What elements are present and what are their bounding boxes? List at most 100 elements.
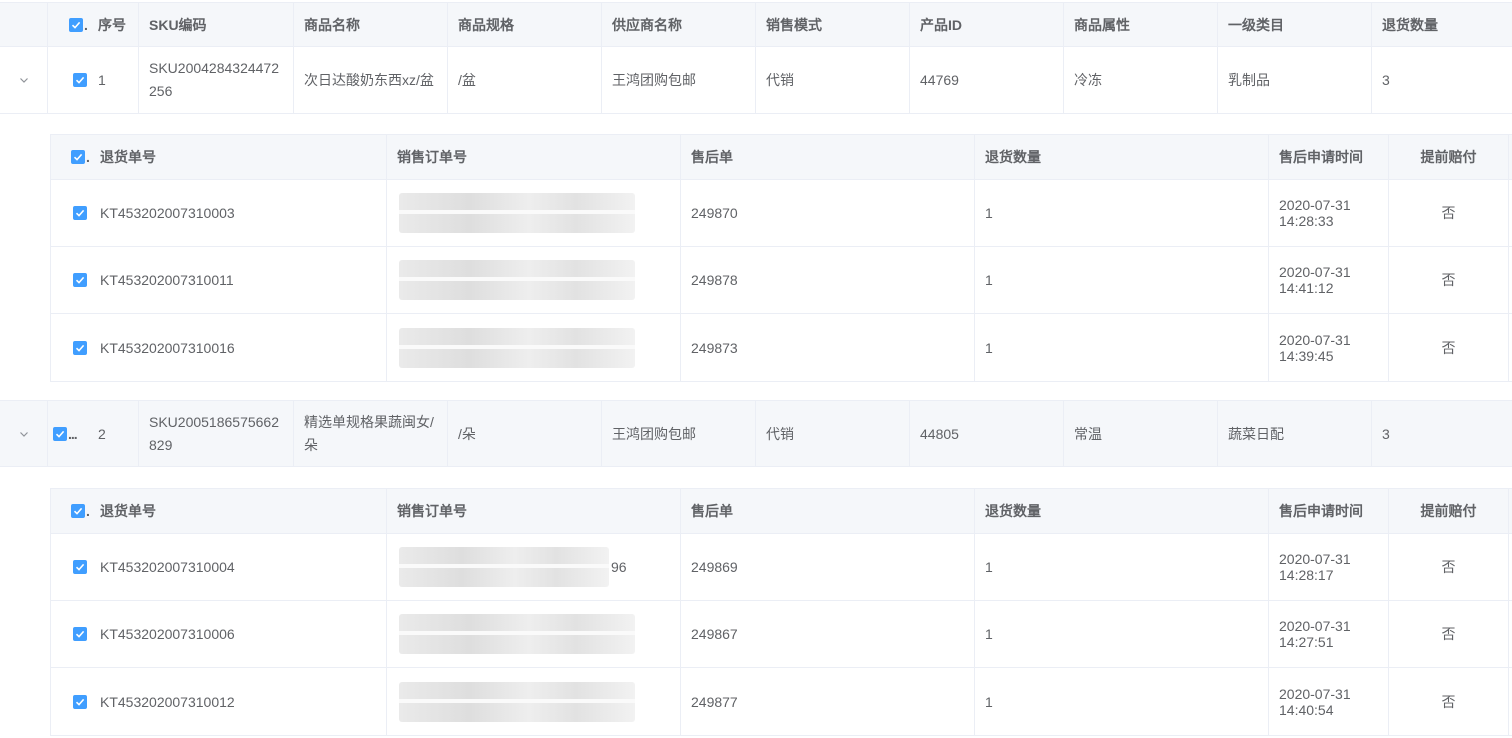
apply-time-value: 2020-07-31 14:28:17 bbox=[1279, 551, 1351, 583]
return-select-cell[interactable] bbox=[51, 180, 90, 246]
return-row[interactable]: KT453202007310004 96 249869 1 2020-07-31… bbox=[51, 534, 1512, 601]
col-attr[interactable]: 商品属性 bbox=[1063, 3, 1217, 46]
return-row[interactable]: KT453202007310016 249873 1 2020-07-31 14… bbox=[51, 314, 1512, 381]
col-sku[interactable]: SKU编码 bbox=[138, 3, 293, 46]
advance-pay-value: 否 bbox=[1388, 180, 1508, 246]
apply-time-cell: 2020-07-31 14:39:45 bbox=[1268, 314, 1388, 381]
inner-select-all-cell[interactable]: . bbox=[51, 489, 90, 533]
return-checkbox[interactable] bbox=[73, 340, 87, 355]
chevron-down-icon[interactable] bbox=[18, 428, 30, 440]
inner-table-header: . 退货单号 销售订单号 售后单 退货数量 售后申请时间 提前赔付 bbox=[51, 135, 1512, 180]
return-qty-value: 1 bbox=[974, 534, 1268, 600]
col-category[interactable]: 一级类目 bbox=[1217, 3, 1371, 46]
return-select-cell[interactable] bbox=[51, 601, 90, 667]
return-checkbox[interactable] bbox=[73, 694, 87, 709]
inner-select-all-cell[interactable]: . bbox=[51, 135, 90, 179]
return-detail-table: . 退货单号 销售订单号 售后单 退货数量 售后申请时间 提前赔付 KT4532… bbox=[50, 134, 1512, 382]
col-return-no[interactable]: 退货单号 bbox=[90, 489, 386, 533]
order-no-cell bbox=[386, 668, 680, 735]
order-no-tail: 96 bbox=[611, 559, 627, 575]
col-order-no[interactable]: 销售订单号 bbox=[386, 135, 680, 179]
return-row[interactable]: KT453202007310011 249878 1 2020-07-31 14… bbox=[51, 247, 1512, 314]
return-select-cell[interactable] bbox=[51, 314, 90, 381]
apply-time-cell: 2020-07-31 14:40:54 bbox=[1268, 668, 1388, 735]
return-select-cell[interactable] bbox=[51, 534, 90, 600]
sku-cell: SKU2005186575662829 bbox=[138, 401, 293, 466]
apply-time-cell: 2020-07-31 14:28:17 bbox=[1268, 534, 1388, 600]
return-select-cell[interactable] bbox=[51, 668, 90, 735]
category-value: 蔬菜日配 bbox=[1217, 401, 1371, 466]
return-checkbox[interactable] bbox=[73, 560, 87, 574]
sku-value: SKU2005186575662829 bbox=[149, 413, 280, 453]
supplier-value: 王鸿团购包邮 bbox=[601, 401, 755, 466]
col-mode[interactable]: 销售模式 bbox=[755, 3, 909, 46]
return-row[interactable]: KT453202007310012 249877 1 2020-07-31 14… bbox=[51, 668, 1512, 735]
extra-cell bbox=[1508, 601, 1512, 667]
col-advance-pay[interactable]: 提前赔付 bbox=[1388, 489, 1508, 533]
order-no-cell bbox=[386, 180, 680, 246]
apply-time-cell: 2020-07-31 14:27:51 bbox=[1268, 601, 1388, 667]
order-no-cell bbox=[386, 314, 680, 381]
row-select-cell[interactable]: ... bbox=[47, 401, 88, 466]
col-return-qty[interactable]: 退货数量 bbox=[974, 135, 1268, 179]
sku-cell: SKU2004284324472256 bbox=[138, 47, 293, 113]
col-pid[interactable]: 产品ID bbox=[909, 3, 1063, 46]
return-no-value: KT453202007310004 bbox=[100, 559, 235, 575]
select-all-cell[interactable]: . bbox=[47, 3, 88, 46]
outer-table-header: . 序号 SKU编码 商品名称 商品规格 供应商名称 销售模式 产品ID 商品属… bbox=[0, 2, 1512, 47]
redacted-order-number bbox=[399, 681, 635, 722]
return-select-cell[interactable] bbox=[51, 247, 90, 313]
qty-value: 3 bbox=[1371, 401, 1512, 466]
col-qty[interactable]: 退货数量 bbox=[1371, 3, 1512, 46]
expand-toggle[interactable] bbox=[0, 401, 47, 466]
ellipsis-icon: . bbox=[84, 16, 88, 33]
chevron-down-icon[interactable] bbox=[18, 74, 30, 86]
after-sale-value: 249867 bbox=[680, 601, 974, 667]
col-apply-time[interactable]: 售后申请时间 bbox=[1268, 489, 1388, 533]
product-row[interactable]: 1 SKU2004284324472256 次日达酸奶东西xz/盆 /盆 王鸿团… bbox=[0, 47, 1512, 114]
sku-value: SKU2004284324472256 bbox=[149, 60, 280, 99]
col-index[interactable]: 序号 bbox=[88, 3, 138, 46]
row-checkbox[interactable] bbox=[73, 73, 87, 87]
return-checkbox[interactable] bbox=[73, 206, 87, 220]
index-value: 2 bbox=[98, 425, 106, 442]
apply-time-value: 2020-07-31 14:41:12 bbox=[1279, 264, 1351, 296]
col-apply-time[interactable]: 售后申请时间 bbox=[1268, 135, 1388, 179]
col-extra bbox=[1508, 135, 1512, 179]
return-checkbox[interactable] bbox=[73, 627, 87, 641]
name-value: 精选单规格果蔬闽女/朵 bbox=[304, 413, 434, 453]
col-return-qty[interactable]: 退货数量 bbox=[974, 489, 1268, 533]
ellipsis-icon: . bbox=[86, 149, 90, 165]
inner-select-all-checkbox[interactable] bbox=[71, 150, 86, 164]
redacted-order-number bbox=[399, 327, 635, 368]
col-after-sale[interactable]: 售后单 bbox=[680, 135, 974, 179]
return-no-value: KT453202007310006 bbox=[100, 626, 235, 642]
select-all-checkbox[interactable] bbox=[69, 17, 83, 32]
inner-select-all-checkbox[interactable] bbox=[71, 504, 86, 518]
return-qty-value: 1 bbox=[974, 601, 1268, 667]
col-advance-pay[interactable]: 提前赔付 bbox=[1388, 135, 1508, 179]
pid-value: 44805 bbox=[909, 401, 1063, 466]
col-order-no[interactable]: 销售订单号 bbox=[386, 489, 680, 533]
col-supplier[interactable]: 供应商名称 bbox=[601, 3, 755, 46]
col-return-no[interactable]: 退货单号 bbox=[90, 135, 386, 179]
return-no-value: KT453202007310016 bbox=[100, 339, 235, 356]
return-checkbox[interactable] bbox=[73, 273, 87, 287]
row-checkbox[interactable] bbox=[53, 426, 67, 441]
expand-toggle[interactable] bbox=[0, 47, 47, 113]
advance-pay-value: 否 bbox=[1388, 534, 1508, 600]
row-select-cell[interactable] bbox=[47, 47, 88, 113]
redacted-order-number bbox=[399, 193, 635, 233]
extra-cell bbox=[1508, 314, 1512, 381]
product-row[interactable]: ... 2 SKU2005186575662829 精选单规格果蔬闽女/朵 /朵… bbox=[0, 400, 1512, 467]
col-name[interactable]: 商品名称 bbox=[293, 3, 447, 46]
return-row[interactable]: KT453202007310003 249870 1 2020-07-31 14… bbox=[51, 180, 1512, 247]
col-after-sale[interactable]: 售后单 bbox=[680, 489, 974, 533]
col-spec[interactable]: 商品规格 bbox=[447, 3, 601, 46]
return-no-value: KT453202007310003 bbox=[100, 205, 235, 221]
mode-value: 代销 bbox=[755, 401, 909, 466]
after-sale-value: 249878 bbox=[680, 247, 974, 313]
redacted-order-number bbox=[399, 260, 635, 300]
return-row[interactable]: KT453202007310006 249867 1 2020-07-31 14… bbox=[51, 601, 1512, 668]
mode-value: 代销 bbox=[755, 47, 909, 113]
